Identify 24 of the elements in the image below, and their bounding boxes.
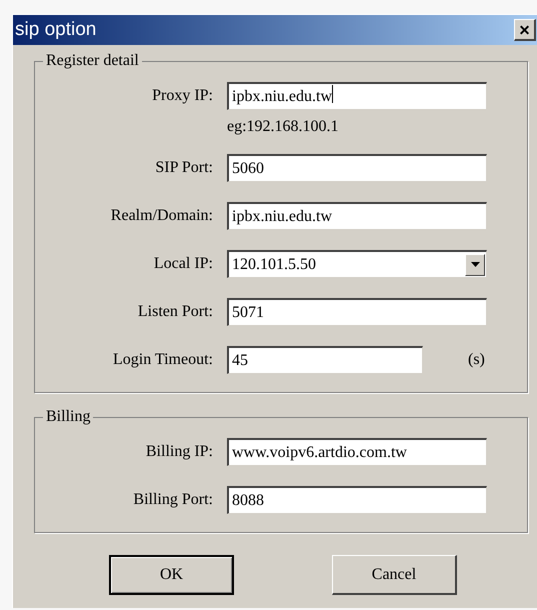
caret-icon [470, 262, 480, 267]
input-field[interactable]: ipbx.niu.edu.tw [227, 82, 487, 110]
input-field[interactable]: 8088 [227, 486, 487, 514]
field-label: Proxy IP: [151, 86, 213, 106]
input-field[interactable]: 5071 [227, 298, 487, 326]
field-label: Login Timeout: [112, 350, 213, 370]
input-field[interactable]: www.voipv6.artdio.com.tw [227, 438, 487, 466]
field-label: Billing IP: [144, 442, 213, 462]
hint-text: eg:192.168.100.1 [227, 118, 340, 136]
dropdown-button[interactable] [465, 254, 485, 276]
input-field[interactable]: ipbx.niu.edu.tw [227, 202, 487, 230]
unit-label: (s) [468, 350, 485, 370]
field-label: SIP Port: [154, 158, 213, 178]
dialog-button[interactable]: OK [109, 555, 234, 595]
field-label: Realm/Domain: [110, 206, 213, 226]
input-field[interactable]: 45 [227, 346, 423, 374]
dropdown[interactable]: 120.101.5.50 [227, 250, 487, 278]
field-label: Listen Port: [136, 302, 213, 322]
window-title: sip option [15, 18, 96, 42]
input-field[interactable]: 5060 [227, 154, 487, 182]
field-label: Billing Port: [132, 490, 213, 510]
field-label: Local IP: [152, 254, 213, 274]
dialog-button[interactable]: Cancel [332, 555, 457, 595]
close-button[interactable]: × [514, 19, 536, 41]
